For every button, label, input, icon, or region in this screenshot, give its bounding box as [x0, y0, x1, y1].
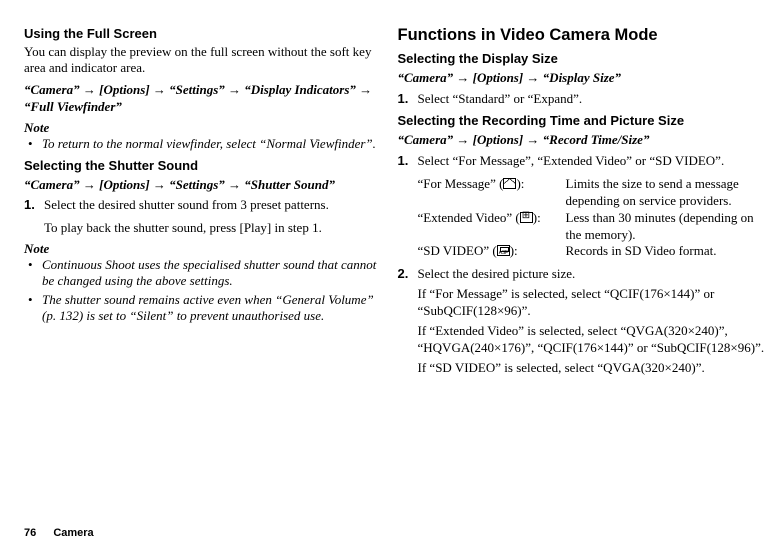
menu-path-display-size: “Camera” → [Options] → “Display Size”: [398, 69, 767, 87]
note-label: Note: [24, 241, 378, 257]
step-row: 1. Select “Standard” or “Expand”.: [398, 91, 767, 108]
step-row: 1. Select the desired shutter sound from…: [24, 197, 378, 214]
definition-label: “For Message” ():: [418, 176, 566, 210]
definition-row: “SD VIDEO” (): Records in SD Video forma…: [418, 243, 767, 260]
definition-value: Limits the size to send a message depend…: [566, 176, 767, 210]
step-text: Select “For Message”, “Extended Video” o…: [418, 153, 767, 170]
message-icon: [503, 178, 516, 189]
note-item: The shutter sound remains active even wh…: [24, 292, 378, 325]
step-text: Select the desired picture size.: [418, 266, 767, 283]
sd-video-icon: [497, 245, 510, 256]
note-label: Note: [24, 120, 378, 136]
note-item: To return to the normal viewfinder, sele…: [24, 136, 378, 152]
definition-row: “Extended Video” (): Less than 30 minute…: [418, 210, 767, 244]
definition-value: Records in SD Video format.: [566, 243, 767, 260]
menu-path-full-viewfinder: “Camera” → [Options] → “Settings” → “Dis…: [24, 81, 378, 116]
definition-label: “SD VIDEO” ():: [418, 243, 566, 260]
page-footer: 76 Camera: [24, 527, 94, 539]
step-subtext: To play back the shutter sound, press [P…: [24, 220, 378, 237]
step-subtext: If “SD VIDEO” is selected, select “QVGA(…: [398, 360, 767, 377]
intro-text: You can display the preview on the full …: [24, 44, 378, 77]
menu-path-shutter-sound: “Camera” → [Options] → “Settings” → “Shu…: [24, 176, 378, 194]
definition-row: “For Message” (): Limits the size to sen…: [418, 176, 767, 210]
extended-video-icon: [520, 212, 533, 223]
step-number: 1.: [398, 91, 418, 108]
step-text: Select “Standard” or “Expand”.: [418, 91, 767, 108]
step-number: 1.: [24, 197, 44, 214]
step-subtext: If “Extended Video” is selected, select …: [398, 323, 767, 357]
step-row: 1. Select “For Message”, “Extended Video…: [398, 153, 767, 170]
note-item: Continuous Shoot uses the specialised sh…: [24, 257, 378, 290]
step-number: 2.: [398, 266, 418, 283]
heading-shutter-sound: Selecting the Shutter Sound: [24, 158, 378, 173]
section-name: Camera: [53, 527, 93, 539]
definition-label: “Extended Video” ():: [418, 210, 566, 244]
heading-recording-time: Selecting the Recording Time and Picture…: [398, 113, 767, 128]
step-row: 2. Select the desired picture size.: [398, 266, 767, 283]
step-subtext: If “For Message” is selected, select “QC…: [398, 286, 767, 320]
right-column: Functions in Video Camera Mode Selecting…: [398, 26, 767, 380]
page-number: 76: [24, 527, 36, 539]
menu-path-record-time: “Camera” → [Options] → “Record Time/Size…: [398, 131, 767, 149]
definition-list: “For Message” (): Limits the size to sen…: [398, 176, 767, 260]
left-column: Using the Full Screen You can display th…: [24, 26, 378, 380]
heading-display-size: Selecting the Display Size: [398, 51, 767, 66]
step-number: 1.: [398, 153, 418, 170]
definition-value: Less than 30 minutes (depending on the m…: [566, 210, 767, 244]
step-text: Select the desired shutter sound from 3 …: [44, 197, 378, 214]
heading-full-screen: Using the Full Screen: [24, 26, 378, 41]
heading-functions-video: Functions in Video Camera Mode: [398, 26, 767, 45]
